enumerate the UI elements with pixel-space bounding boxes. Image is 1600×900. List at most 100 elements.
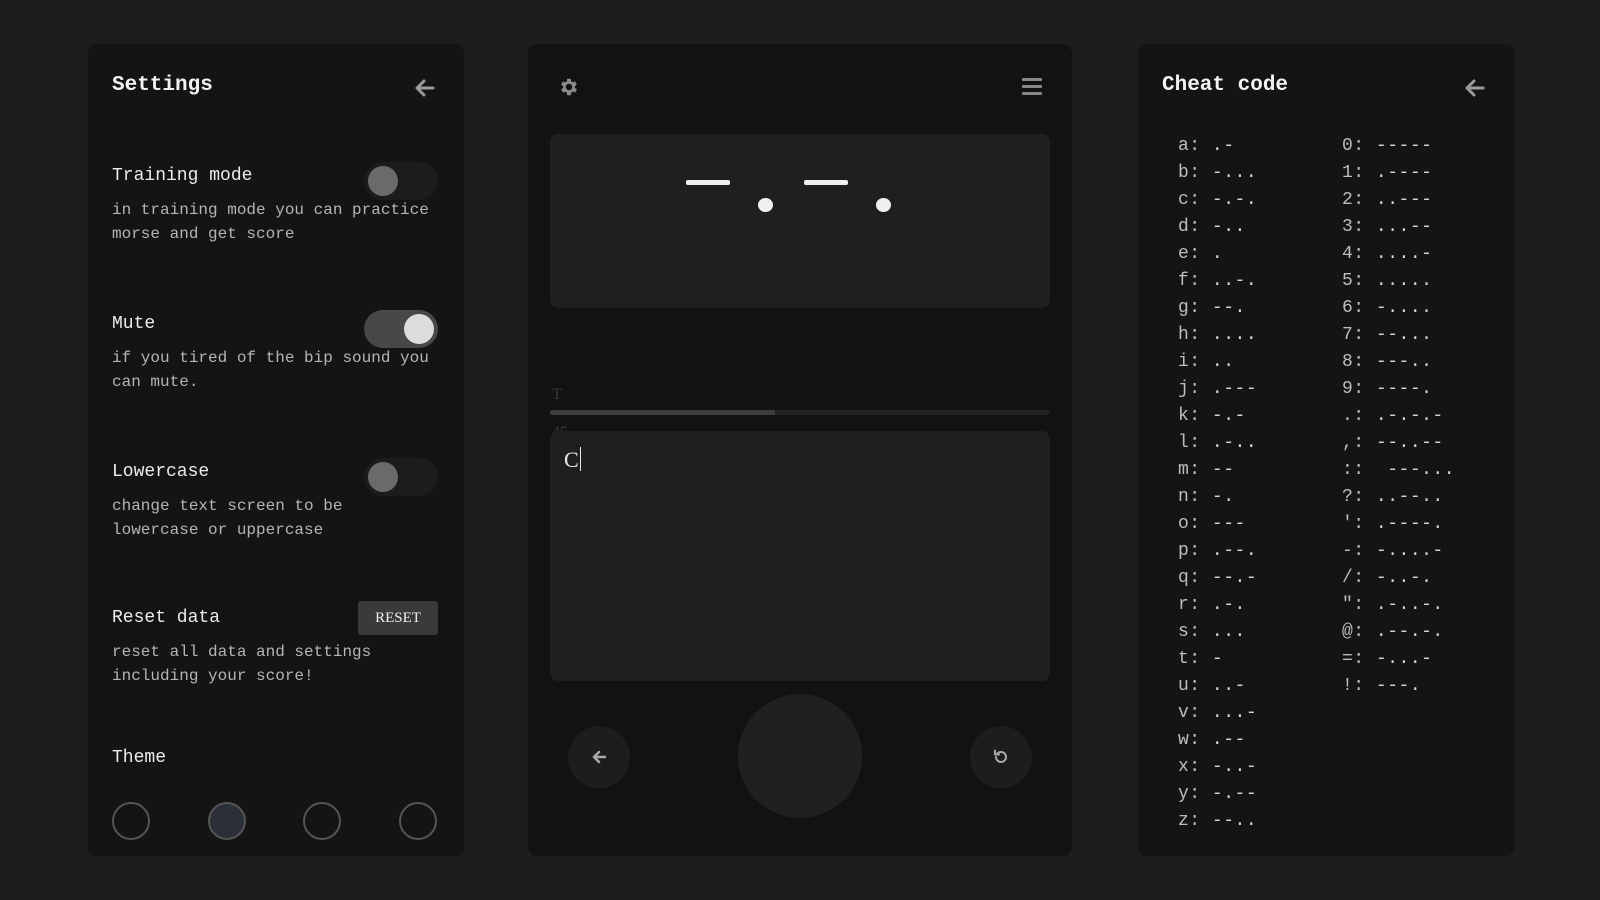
code-character: @:: [1342, 622, 1365, 642]
code-row: -: -....-: [1342, 541, 1455, 568]
code-character: 8:: [1342, 352, 1365, 372]
toggle-knob: [368, 462, 398, 492]
code-character: b:: [1178, 163, 1201, 183]
settings-back-button[interactable]: [412, 76, 438, 100]
toggle-knob: [404, 314, 434, 344]
code-character: w:: [1178, 730, 1201, 750]
code-morse: -.-: [1211, 406, 1246, 426]
code-morse: -...: [1211, 163, 1258, 183]
code-row: g: --.: [1178, 298, 1257, 325]
reset-description: reset all data and settings including yo…: [112, 643, 372, 685]
code-row: :: ---...: [1342, 460, 1455, 487]
code-morse: .-.-.-: [1375, 406, 1444, 426]
code-row: u: ..-: [1178, 676, 1257, 703]
code-morse: -----: [1375, 136, 1433, 156]
code-character: =:: [1342, 649, 1365, 669]
code-morse: -..: [1211, 217, 1246, 237]
cheat-code-title: Cheat code: [1162, 74, 1289, 97]
code-row: 8: ---..: [1342, 352, 1455, 379]
code-row: ,: --..--: [1342, 433, 1455, 460]
code-row: p: .--.: [1178, 541, 1257, 568]
character-hint: T: [552, 386, 562, 403]
training-mode-toggle[interactable]: [364, 162, 438, 200]
code-row: ": .-..-.: [1342, 595, 1455, 622]
lowercase-toggle[interactable]: [364, 458, 438, 496]
code-morse: .--: [1211, 730, 1246, 750]
theme-option-3[interactable]: [303, 802, 341, 840]
code-row: 0: -----: [1342, 136, 1455, 163]
code-character: 7:: [1342, 325, 1365, 345]
code-character: v:: [1178, 703, 1201, 723]
code-morse: ---.: [1375, 676, 1422, 696]
code-row: o: ---: [1178, 514, 1257, 541]
reset-setting: Reset data RESET reset all data and sett…: [112, 601, 438, 688]
code-row: z: --..: [1178, 811, 1257, 838]
code-morse: ...: [1211, 622, 1246, 642]
theme-option-2[interactable]: [208, 802, 246, 840]
code-morse: -....-: [1375, 541, 1444, 561]
reset-input-button[interactable]: [970, 726, 1032, 788]
code-row: v: ...-: [1178, 703, 1257, 730]
morse-key-button[interactable]: [738, 694, 862, 818]
code-character: y:: [1178, 784, 1201, 804]
theme-label: Theme: [112, 748, 167, 768]
code-row: f: ..-.: [1178, 271, 1257, 298]
code-character: ?:: [1342, 487, 1365, 507]
code-character: a:: [1178, 136, 1201, 156]
cheat-code-panel: Cheat code a: .- b: -... c: -.-. d: -.. e: .…: [1138, 44, 1514, 856]
theme-option-1[interactable]: [112, 802, 150, 840]
code-character: d:: [1178, 217, 1201, 237]
menu-button[interactable]: [1022, 78, 1042, 96]
code-row: e: .: [1178, 244, 1257, 271]
reset-button[interactable]: RESET: [358, 601, 438, 635]
backspace-button[interactable]: [568, 726, 630, 788]
code-morse: --..--: [1375, 433, 1444, 453]
code-character: 6:: [1342, 298, 1365, 318]
code-character: 9:: [1342, 379, 1365, 399]
code-character: h:: [1178, 325, 1201, 345]
menu-line: [1022, 85, 1042, 88]
code-morse: ---: [1211, 514, 1246, 534]
code-character: x:: [1178, 757, 1201, 777]
code-row: r: .-.: [1178, 595, 1257, 622]
code-row: y: -.--: [1178, 784, 1257, 811]
code-row: 6: -....: [1342, 298, 1455, 325]
code-character: p:: [1178, 541, 1201, 561]
cheat-code-back-button[interactable]: [1462, 76, 1488, 100]
code-character: 3:: [1342, 217, 1365, 237]
code-character: o:: [1178, 514, 1201, 534]
code-morse: .--.: [1211, 541, 1258, 561]
mute-toggle[interactable]: [364, 310, 438, 348]
settings-gear-button[interactable]: [558, 76, 582, 100]
code-morse: ....-: [1375, 244, 1433, 264]
morse-main-panel: T 45 C: [528, 44, 1072, 856]
code-row: /: -..-.: [1342, 568, 1455, 595]
code-morse: .----.: [1375, 514, 1444, 534]
training-mode-setting: Training mode in training mode you can p…: [112, 162, 438, 246]
code-morse: ..-.: [1211, 271, 1258, 291]
code-morse: --.: [1211, 298, 1246, 318]
code-morse: --.-: [1211, 568, 1258, 588]
text-caret: [579, 447, 581, 471]
morse-dash: [804, 180, 848, 185]
code-character: /:: [1342, 568, 1365, 588]
code-row: q: --.-: [1178, 568, 1257, 595]
code-row: s: ...: [1178, 622, 1257, 649]
code-row: 2: ..---: [1342, 190, 1455, 217]
code-character: k:: [1178, 406, 1201, 426]
code-morse: .----: [1375, 163, 1433, 183]
text-output-screen[interactable]: C: [550, 431, 1050, 681]
code-row: 9: ----.: [1342, 379, 1455, 406]
code-morse: ---...: [1387, 460, 1456, 480]
code-character: ":: [1342, 595, 1365, 615]
code-row: ': .----.: [1342, 514, 1455, 541]
code-row: 7: --...: [1342, 325, 1455, 352]
lowercase-description: change text screen to be lowercase or up…: [112, 497, 343, 539]
code-morse: -.-.: [1211, 190, 1258, 210]
theme-option-4[interactable]: [399, 802, 437, 840]
morse-dot: [758, 198, 773, 212]
settings-title: Settings: [112, 74, 213, 97]
mute-setting: Mute if you tired of the bip sound you c…: [112, 310, 438, 394]
settings-panel: Settings Training mode in training mode …: [88, 44, 464, 856]
settings-header: Settings: [112, 44, 438, 134]
